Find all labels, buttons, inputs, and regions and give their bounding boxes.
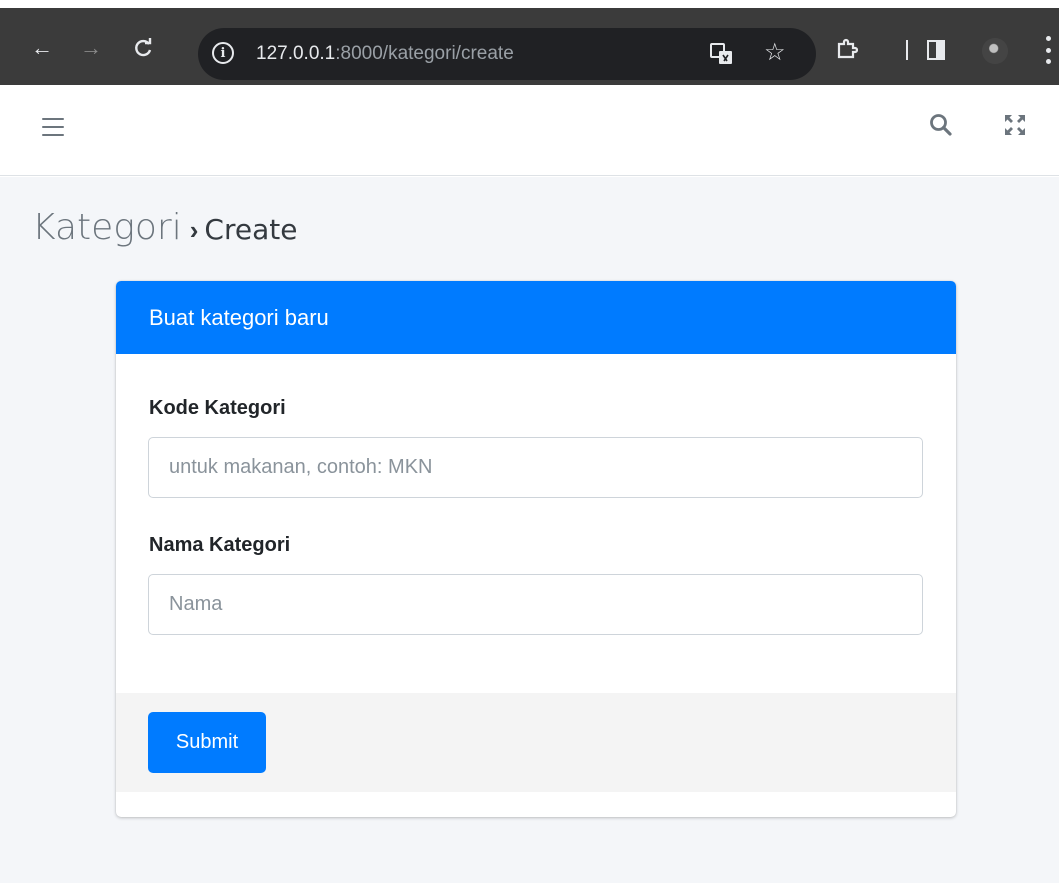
breadcrumb-separator: › [189,215,199,245]
browser-menu-icon[interactable] [1046,36,1052,64]
create-category-card: Buat kategori baru Kode Kategori Nama Ka… [116,281,956,817]
search-icon[interactable] [928,112,954,138]
fullscreen-icon[interactable] [1002,112,1028,138]
profile-avatar[interactable] [982,38,1008,64]
card-title: Buat kategori baru [149,305,329,330]
bookmark-star-icon[interactable]: ☆ [764,38,786,67]
extensions-puzzle-icon[interactable] [836,38,859,60]
site-info-icon[interactable]: i [212,42,234,64]
toolbar-divider [906,40,908,60]
back-arrow-icon[interactable]: ← [24,30,60,66]
page-title-main: Kategori [32,207,182,248]
address-bar[interactable]: i 127.0.0.1:8000/kategori/create ☆ [198,28,816,80]
submit-button[interactable]: Submit [148,712,266,773]
forward-arrow-icon[interactable]: → [73,30,109,66]
nama-kategori-input[interactable] [148,574,923,635]
side-panel-icon[interactable] [927,40,945,60]
hamburger-menu-icon[interactable] [42,118,64,136]
page-title: Kategori › Create [32,207,297,248]
reload-icon[interactable] [126,30,162,66]
card-header: Buat kategori baru [116,281,956,354]
card-footer: Submit [116,693,956,792]
browser-toolbar: ← → i 127.0.0.1:8000/kategori/create ☆ [0,8,1059,85]
kode-kategori-label: Kode Kategori [149,397,286,419]
content-wrapper: Kategori › Create Buat kategori baru Kode … [0,177,1059,883]
address-url[interactable]: 127.0.0.1:8000/kategori/create [256,43,514,65]
page-title-sub: Create [204,213,298,246]
browser-chrome: ← → i 127.0.0.1:8000/kategori/create ☆ [0,0,1059,88]
top-navbar [0,88,1059,176]
nama-kategori-label: Nama Kategori [149,534,291,556]
translate-icon[interactable] [710,42,734,66]
kode-kategori-input[interactable] [148,437,923,498]
